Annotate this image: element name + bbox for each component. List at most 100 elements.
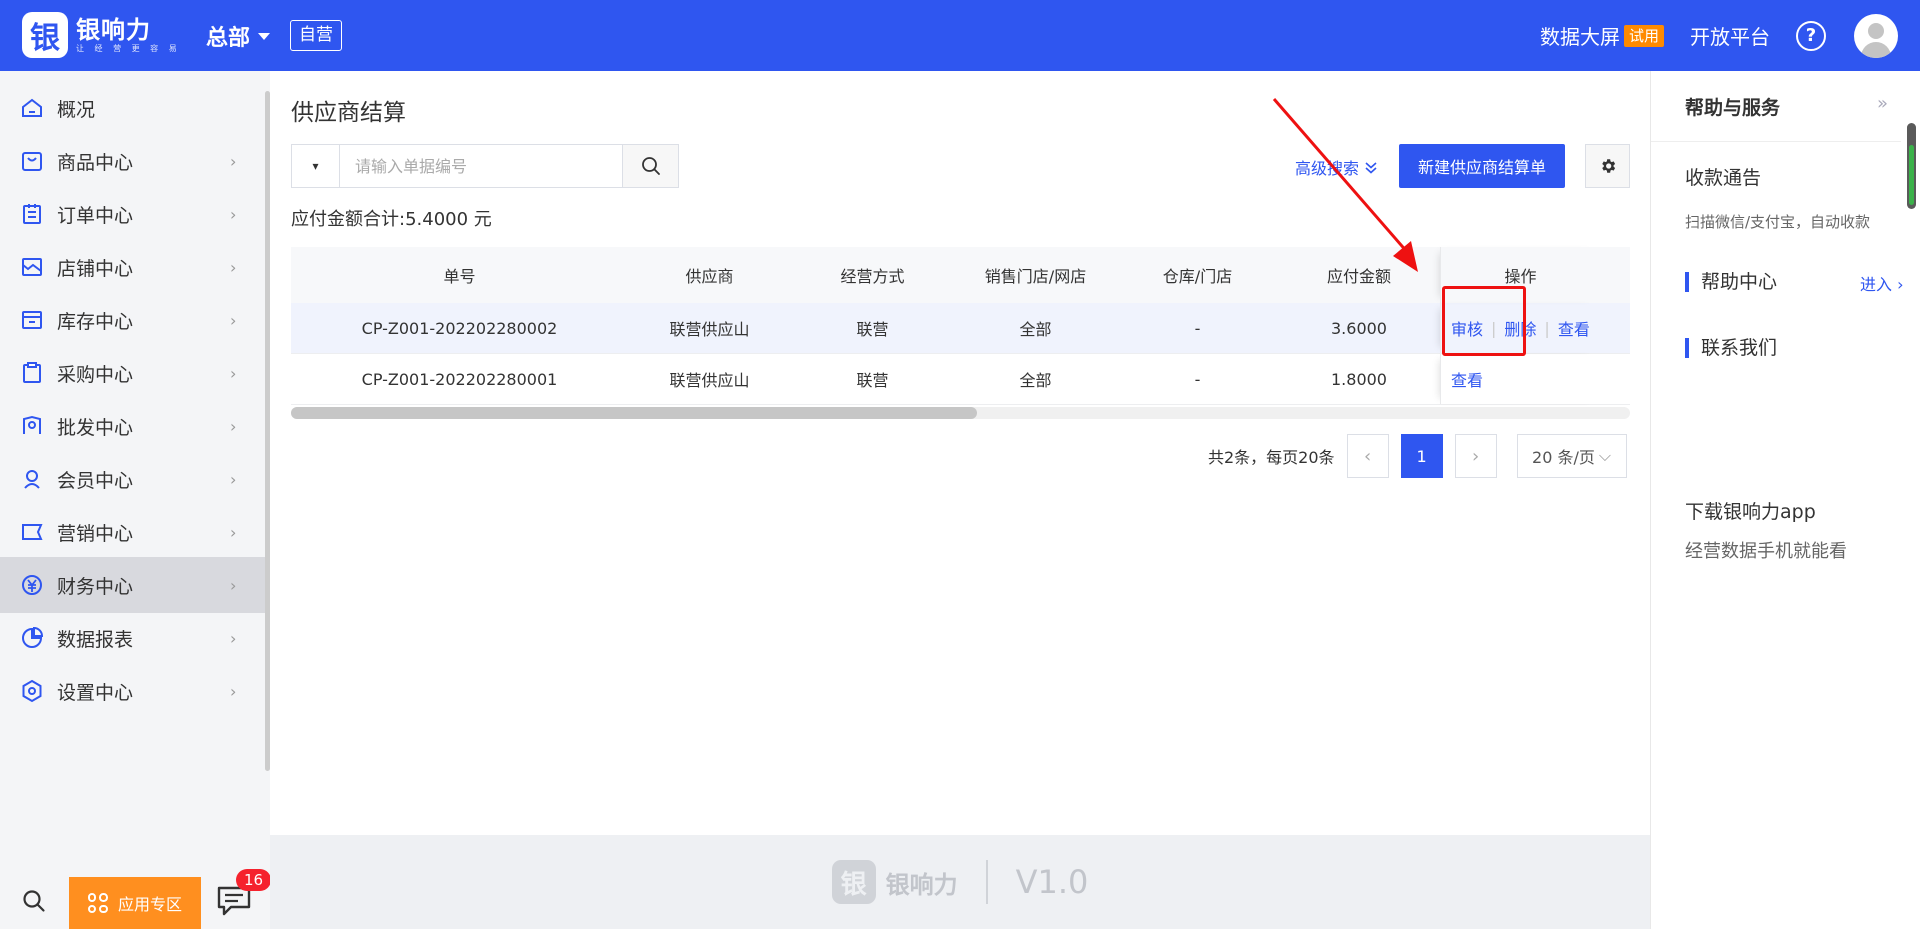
cell-no: CP-Z001-202202280001 [361, 369, 558, 389]
top-bar: 银 银响力 让 经 营 更 容 易 总部 自营 数据大屏 试用 开放平台 ? [0, 0, 1920, 71]
gear-icon [1601, 159, 1615, 173]
panel-divider [1651, 141, 1901, 142]
table-horizontal-scrollbar[interactable] [291, 407, 1630, 419]
search-box: ▾ [291, 144, 623, 188]
help-center-title: 帮助中心 [1685, 272, 1777, 292]
scrollbar-thumb[interactable] [291, 407, 977, 419]
table-header: 单号 供应商 经营方式 销售门店/网店 仓库/门店 应付金额 操作 [291, 247, 1630, 303]
footer-divider [985, 860, 988, 904]
search-icon [641, 157, 660, 175]
download-app-title[interactable]: 下载银响力app [1685, 497, 1816, 524]
sidebar-item-label: 订单中心 [57, 204, 134, 227]
chevron-right-icon: › [230, 416, 237, 436]
table-row[interactable]: CP-Z001-202202280001 联营供应山 联营 全部 - 1.800… [291, 354, 1630, 405]
page-size-select[interactable]: 20 条/页 ⌵ [1516, 434, 1627, 478]
chevron-right-icon: › [230, 257, 237, 277]
sidebar-item-member[interactable]: 会员中心 › [0, 451, 266, 507]
new-supplier-settlement-button[interactable]: 新建供应商结算单 [1399, 144, 1565, 188]
col-header-supplier: 供应商 [685, 267, 734, 286]
user-head [1868, 22, 1884, 39]
sidebar-item-report[interactable]: 数据报表 › [0, 610, 266, 666]
sidebar-item-purchase[interactable]: 采购中心 › [0, 345, 266, 401]
app-grid-icon [87, 893, 108, 913]
sidebar-item-wholesale[interactable]: 批发中心 › [0, 398, 266, 454]
sidebar-item-label: 营销中心 [57, 522, 134, 545]
data-bigscreen-link[interactable]: 数据大屏 试用 [1540, 21, 1664, 50]
search-type-select[interactable]: ▾ [292, 145, 340, 187]
settlement-table: 单号 供应商 经营方式 销售门店/网店 仓库/门店 应付金额 操作 CP-Z00… [291, 247, 1630, 405]
receipt-notice-title[interactable]: 收款通告 [1685, 163, 1761, 190]
footer-version: V1.0 [1015, 863, 1089, 901]
store-icon [20, 255, 44, 279]
page-number-button[interactable]: 1 [1400, 434, 1443, 478]
view-link[interactable]: 查看 [1558, 316, 1590, 340]
sidebar-item-label: 数据报表 [57, 628, 134, 651]
collapse-double-chevron-icon[interactable]: » [1877, 93, 1888, 114]
search-icon[interactable] [22, 889, 46, 917]
pagination: 共2条，每页20条 ‹ 1 › 20 条/页 ⌵ [1208, 434, 1627, 478]
cell-warehouse: - [1194, 318, 1201, 338]
chevron-right-icon: › [230, 310, 237, 330]
chevron-right-icon: › [230, 204, 237, 224]
sidebar-item-label: 批发中心 [57, 416, 134, 439]
sidebar-item-home[interactable]: 概况 [0, 80, 266, 136]
chevron-down-icon: ⌵ [1598, 446, 1612, 465]
panel-scrollbar[interactable] [1907, 123, 1916, 209]
report-icon [20, 626, 44, 650]
sidebar-item-settings[interactable]: 设置中心 › [0, 663, 266, 719]
cell-supplier: 联营供应山 [669, 371, 750, 390]
table-row[interactable]: CP-Z001-202202280002 联营供应山 联营 全部 - 3.600… [291, 303, 1630, 354]
cell-supplier: 联营供应山 [669, 320, 750, 339]
avatar[interactable] [1854, 13, 1898, 58]
page-title: 供应商结算 [291, 100, 406, 126]
cell-mode: 联营 [856, 371, 889, 390]
sidebar-bottom: 应用专区 16 [0, 869, 272, 929]
marketing-icon [20, 520, 44, 544]
delete-link[interactable]: 删除 [1504, 316, 1536, 340]
open-platform-link[interactable]: 开放平台 [1690, 21, 1770, 50]
sidebar-item-label: 商品中心 [57, 151, 134, 174]
col-header-store: 销售门店/网店 [984, 267, 1087, 286]
sidebar-item-label: 财务中心 [57, 575, 134, 598]
footer: 银 银响力 V1.0 [270, 835, 1650, 929]
help-center-enter-link[interactable]: 进入 › [1860, 271, 1904, 295]
sidebar-item-label: 店铺中心 [57, 257, 134, 280]
sidebar-item-finance[interactable]: 财务中心 › [0, 557, 266, 613]
col-header-mode: 经营方式 [840, 267, 905, 286]
main-content: 供应商结算 ▾ 高级搜索 新建供应商结算单 应付金额合计:5.4000 元 单号… [270, 71, 1650, 929]
message-count-badge: 16 [236, 869, 272, 891]
chevron-right-icon: › [1897, 275, 1904, 294]
logo[interactable]: 银 银响力 让 经 营 更 容 易 [22, 12, 181, 58]
cell-amount: 3.6000 [1331, 318, 1387, 338]
advanced-search-link[interactable]: 高级搜索 [1295, 155, 1378, 179]
next-page-button[interactable]: › [1454, 434, 1497, 478]
panel-title: 帮助与服务 [1685, 97, 1781, 119]
search-button[interactable] [623, 144, 679, 188]
help-icon[interactable]: ? [1796, 20, 1826, 51]
wholesale-icon [20, 414, 44, 438]
help-service-panel: 帮助与服务 » 收款通告 扫描微信/支付宝，自动收款 帮助中心 进入 › 联系我… [1650, 71, 1920, 929]
double-chevron-down-icon [1364, 159, 1378, 178]
sidebar-item-order[interactable]: 订单中心 › [0, 186, 266, 242]
cell-mode: 联营 [856, 320, 889, 339]
trial-badge: 试用 [1623, 24, 1664, 47]
sidebar-item-marketing[interactable]: 营销中心 › [0, 504, 266, 560]
app-zone-label: 应用专区 [117, 895, 182, 914]
col-header-ops: 操作 [1440, 247, 1600, 303]
cell-warehouse: - [1194, 369, 1201, 389]
logo-icon: 银 [22, 12, 68, 58]
search-input[interactable] [340, 145, 622, 187]
contact-us-title[interactable]: 联系我们 [1685, 338, 1777, 358]
sidebar-item-goods[interactable]: 商品中心 › [0, 133, 266, 189]
approve-link[interactable]: 审核 [1451, 316, 1483, 340]
org-switcher[interactable]: 总部 [206, 20, 271, 52]
chevron-right-icon: › [230, 522, 237, 542]
column-settings-button[interactable] [1585, 144, 1630, 188]
app-zone-button[interactable]: 应用专区 [69, 877, 201, 929]
sidebar-item-store[interactable]: 店铺中心 › [0, 239, 266, 295]
prev-page-button[interactable]: ‹ [1346, 434, 1389, 478]
pagination-total: 共2条，每页20条 [1208, 448, 1335, 467]
sidebar-item-inventory[interactable]: 库存中心 › [0, 292, 266, 348]
view-link[interactable]: 查看 [1451, 367, 1483, 391]
download-app-desc: 经营数据手机就能看 [1685, 541, 1847, 562]
